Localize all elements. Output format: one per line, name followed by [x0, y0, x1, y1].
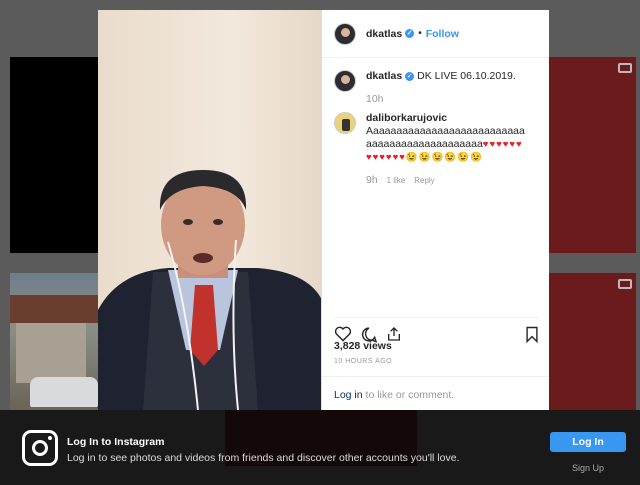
video-icon [618, 279, 632, 289]
background-post-thumb[interactable] [10, 273, 98, 410]
comment-likes[interactable]: 1 like [387, 176, 406, 185]
verified-icon: ✓ [405, 71, 415, 81]
avatar[interactable] [334, 112, 356, 134]
house-roof [10, 295, 98, 323]
video-frame-person [98, 170, 321, 410]
background-post-thumb[interactable] [548, 273, 636, 410]
separator-dot: • [418, 28, 422, 39]
caption-age[interactable]: 10h [366, 93, 526, 106]
comment-username[interactable]: daliborkarujovic [366, 112, 447, 124]
login-button[interactable]: Log In [550, 432, 626, 452]
caption-username[interactable]: dkatlas [366, 70, 402, 82]
background-post-thumb[interactable] [10, 57, 98, 253]
instagram-icon [22, 430, 58, 466]
caption-row: dkatlas ✓ DK LIVE 06.10.2019. 10h [334, 70, 537, 106]
post-sidebar: dkatlas ✓ • Follow dkatlas ✓ DK LIVE 06.10… [322, 10, 549, 410]
police-car [30, 377, 98, 407]
wink-emojis: 😉😉😉😉😉😉 [405, 152, 483, 163]
video-icon [618, 63, 632, 73]
login-link[interactable]: Log in [334, 389, 363, 401]
comment-meta: 9h 1 like Reply [366, 174, 526, 187]
author-username[interactable]: dkatlas ✓ [366, 28, 415, 40]
background-post-thumb[interactable] [548, 57, 636, 253]
post-video[interactable] [98, 10, 322, 410]
comment-row: daliborkarujovic Aaaaaaaaaaaaaaaaaaaaaaa… [334, 112, 537, 187]
reply-button[interactable]: Reply [414, 176, 434, 185]
post-header: dkatlas ✓ • Follow [322, 10, 549, 58]
follow-button[interactable]: Follow [426, 28, 459, 40]
banner-title: Log In to Instagram [67, 436, 165, 448]
post-timestamp[interactable]: 10 HOURS AGO [334, 358, 392, 365]
action-bar [334, 317, 539, 343]
avatar[interactable] [334, 22, 356, 45]
comments-list: dkatlas ✓ DK LIVE 06.10.2019. 10h dalibor… [322, 58, 549, 187]
view-count[interactable]: 3,828 views [334, 340, 392, 352]
login-prompt: Log in to like or comment. [322, 376, 549, 413]
caption-text: DK LIVE 06.10.2019. [417, 70, 516, 82]
banner-subtitle: Log in to see photos and videos from fri… [67, 452, 460, 464]
verified-icon: ✓ [405, 29, 415, 39]
comment-age[interactable]: 9h [366, 174, 378, 186]
avatar[interactable] [334, 70, 356, 92]
comment: daliborkarujovic Aaaaaaaaaaaaaaaaaaaaaaa… [366, 112, 526, 187]
signup-link[interactable]: Sign Up [572, 463, 604, 473]
caption: dkatlas ✓ DK LIVE 06.10.2019. 10h [366, 70, 526, 106]
post-modal: dkatlas ✓ • Follow dkatlas ✓ DK LIVE 06.10… [98, 10, 549, 410]
login-prompt-text: to like or comment. [362, 389, 455, 401]
house-wall [16, 323, 86, 383]
author-username-text[interactable]: dkatlas [366, 28, 402, 40]
bookmark-icon[interactable] [525, 326, 539, 343]
